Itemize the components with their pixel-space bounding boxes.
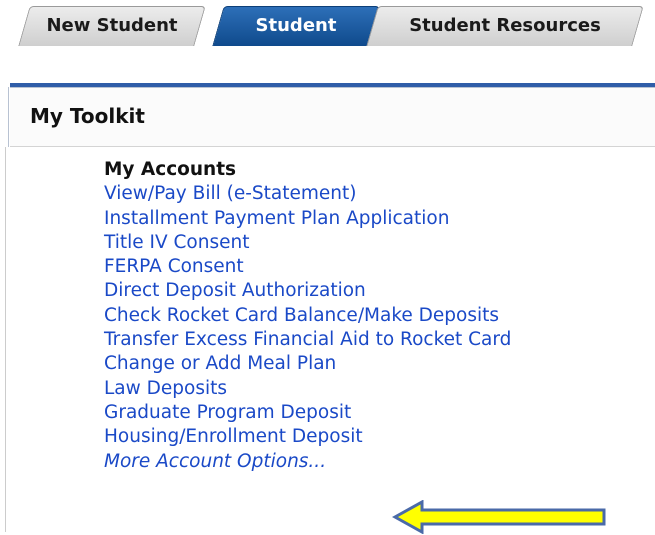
link-transfer-excess-aid[interactable]: Transfer Excess Financial Aid to Rocket … — [104, 328, 511, 352]
link-graduate-program-deposit[interactable]: Graduate Program Deposit — [104, 401, 511, 425]
tab-bar: New Student Student Student Resources — [0, 0, 655, 48]
tab-label: New Student — [46, 15, 178, 36]
link-law-deposits[interactable]: Law Deposits — [104, 377, 511, 401]
toolkit-divider — [10, 146, 655, 147]
link-housing-enrollment-deposit[interactable]: Housing/Enrollment Deposit — [104, 425, 511, 449]
tab-new-student[interactable]: New Student — [18, 6, 206, 46]
link-more-account-options[interactable]: More Account Options... — [104, 450, 511, 474]
tab-label: Student Resources — [409, 15, 601, 36]
tab-label: Student — [255, 15, 337, 36]
link-meal-plan[interactable]: Change or Add Meal Plan — [104, 352, 511, 376]
content-left-border-lower — [5, 147, 6, 532]
link-view-pay-bill[interactable]: View/Pay Bill (e-Statement) — [104, 182, 511, 206]
my-accounts-heading: My Accounts — [104, 159, 237, 180]
toolkit-title: My Toolkit — [30, 104, 145, 128]
tab-student[interactable]: Student — [212, 6, 380, 46]
arrow-left-icon — [392, 500, 606, 534]
link-rocket-card-balance[interactable]: Check Rocket Card Balance/Make Deposits — [104, 304, 511, 328]
tab-student-resources[interactable]: Student Resources — [366, 6, 644, 46]
page: New Student Student Student Resources My… — [0, 0, 655, 535]
content-left-border — [8, 87, 9, 147]
link-direct-deposit-authorization[interactable]: Direct Deposit Authorization — [104, 279, 511, 303]
link-title-iv-consent[interactable]: Title IV Consent — [104, 231, 511, 255]
link-ferpa-consent[interactable]: FERPA Consent — [104, 255, 511, 279]
link-installment-payment-plan[interactable]: Installment Payment Plan Application — [104, 207, 511, 231]
my-accounts-section: My Accounts View/Pay Bill (e-Statement) … — [104, 158, 511, 474]
